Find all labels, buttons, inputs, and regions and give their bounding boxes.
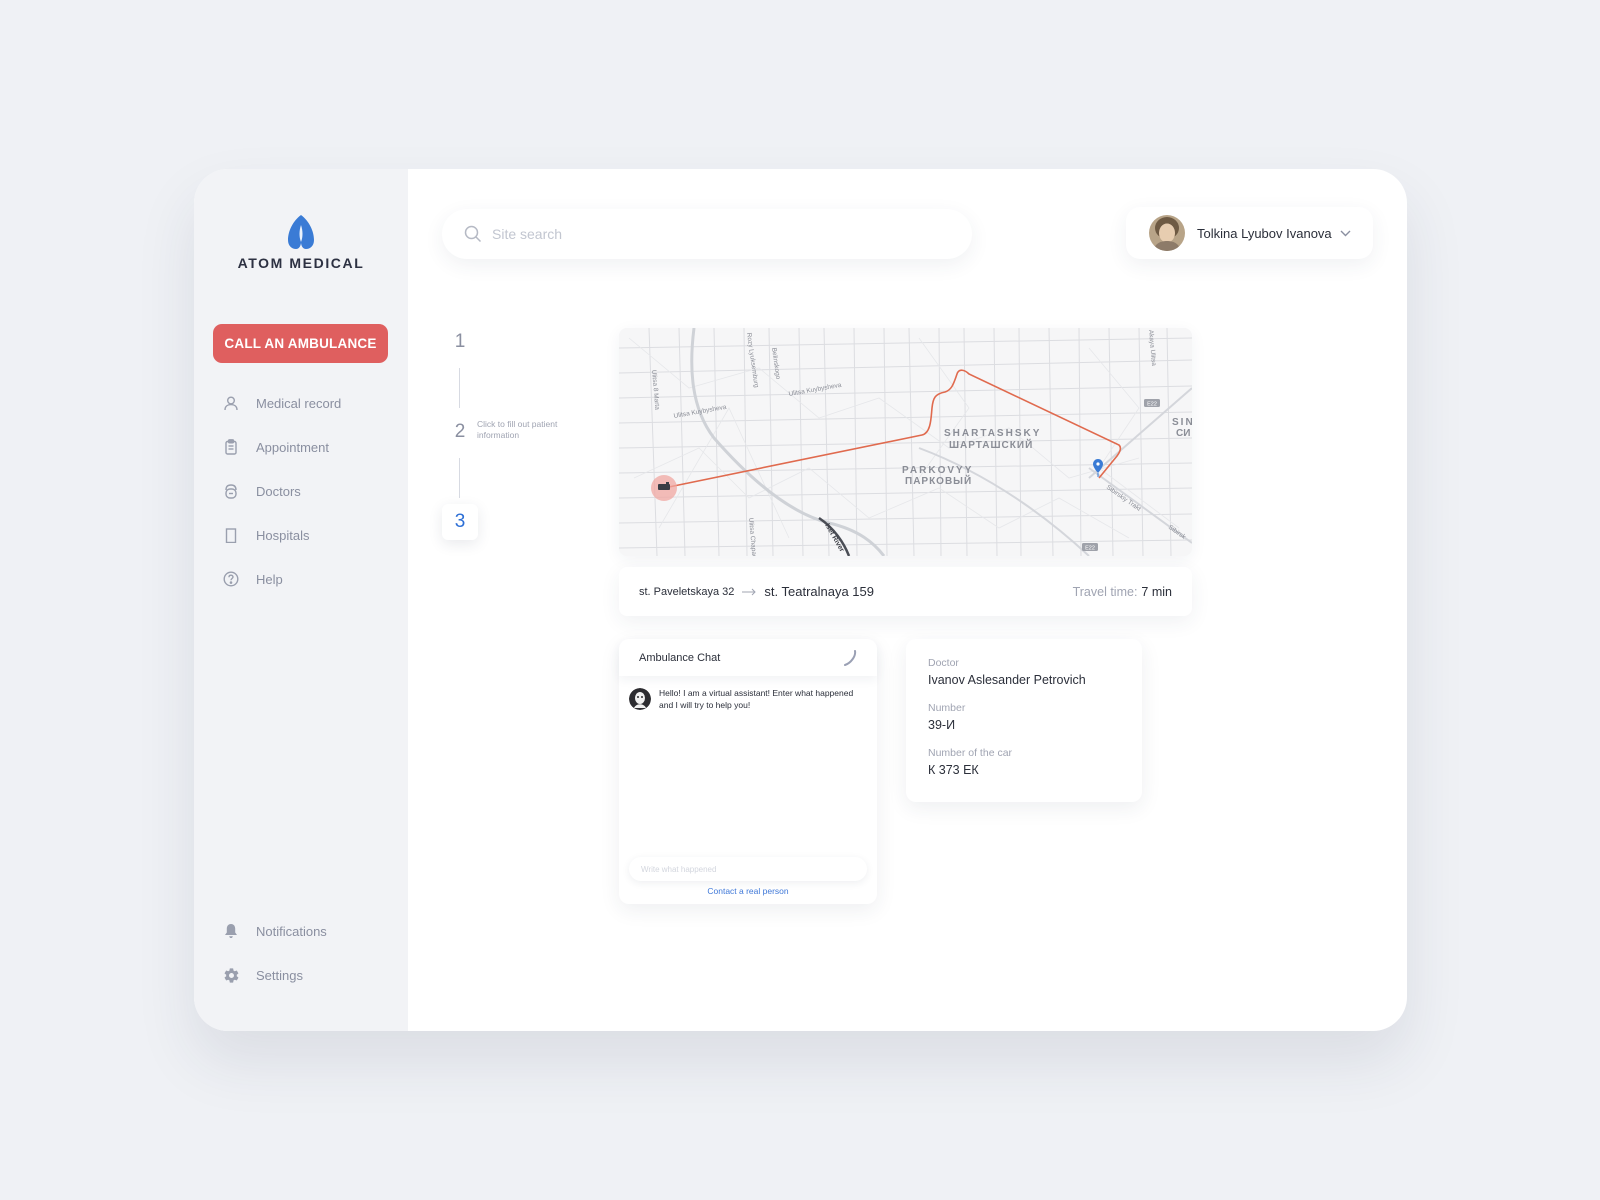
sidebar-item-notifications[interactable]: Notifications <box>194 909 408 953</box>
svg-text:E22: E22 <box>1147 402 1157 408</box>
assistant-avatar <box>629 688 651 710</box>
brand-name: ATOM MEDICAL <box>237 255 365 271</box>
search-icon <box>464 225 482 243</box>
sidebar-item-hospitals[interactable]: Hospitals <box>194 513 408 557</box>
step-2-hint: Click to fill out patient information <box>477 419 558 440</box>
sidebar-item-help[interactable]: Help <box>194 557 408 601</box>
route-map[interactable]: SHARTASHSKY ШАРТАШСКИЙ PARKOVYY ПАРКОВЫЙ… <box>619 328 1192 556</box>
sidebar-item-label: Hospitals <box>256 527 310 543</box>
sidebar-item-doctors[interactable]: Doctors <box>194 469 408 513</box>
contact-real-person-link[interactable]: Contact a real person <box>619 886 877 896</box>
site-search[interactable] <box>442 209 972 259</box>
map-label: ПАРКОВЫЙ <box>905 474 972 487</box>
sidebar-item-medical-record[interactable]: Medical record <box>194 381 408 425</box>
travel-time: Travel time: 7 min <box>1073 585 1172 599</box>
doctor-icon <box>222 482 240 500</box>
map-label: PARKOVYY <box>902 465 973 476</box>
gear-icon <box>222 966 240 984</box>
chat-message: Hello! I am a virtual assistant! Enter w… <box>619 676 877 711</box>
car-number-value: К 373 ЕК <box>928 763 979 777</box>
map-label: SIN <box>1172 417 1192 428</box>
sidebar: ATOM MEDICAL CALL AN AMBULANCE Medical r… <box>194 169 408 1031</box>
ambulance-chat: Ambulance Chat Hello! I am a virtual ass… <box>619 639 877 904</box>
step-1[interactable]: 1 <box>442 324 478 360</box>
chat-message-text: Hello! I am a virtual assistant! Enter w… <box>659 688 854 710</box>
sidebar-nav: Medical record Appointment Doctors Hospi… <box>194 381 408 601</box>
step-3[interactable]: 3 <box>442 504 478 540</box>
car-number-label: Number of the car <box>928 747 1013 759</box>
sidebar-item-label: Doctors <box>256 483 301 499</box>
route-from: st. Paveletskaya 32 <box>639 585 735 598</box>
doctor-value: Ivanov Aslesander Petrovich <box>928 673 1086 687</box>
ambulance-marker[interactable] <box>651 475 677 501</box>
user-icon <box>222 394 240 412</box>
search-input[interactable] <box>492 226 932 242</box>
sidebar-item-appointment[interactable]: Appointment <box>194 425 408 469</box>
doctor-label: Doctor <box>928 657 959 669</box>
map-canvas: SHARTASHSKY ШАРТАШСКИЙ PARKOVYY ПАРКОВЫЙ… <box>619 328 1192 556</box>
road-badge: E22 <box>1082 543 1098 552</box>
number-label: Number <box>928 702 966 714</box>
sidebar-item-label: Medical record <box>256 395 342 411</box>
map-label: СИ <box>1176 428 1190 439</box>
step-connector <box>459 368 460 408</box>
sidebar-item-label: Notifications <box>256 923 327 939</box>
sidebar-item-label: Help <box>256 571 283 587</box>
chevron-down-icon <box>1340 230 1351 236</box>
chat-input[interactable] <box>629 857 867 881</box>
hospital-building-icon <box>222 526 240 544</box>
sidebar-item-label: Settings <box>256 967 303 983</box>
help-circle-icon <box>222 570 240 588</box>
chat-title: Ambulance Chat <box>639 651 721 664</box>
avatar <box>1149 215 1185 251</box>
map-label: ШАРТАШСКИЙ <box>949 438 1033 451</box>
phone-icon[interactable] <box>843 649 857 666</box>
travel-time-value: 7 min <box>1141 584 1172 599</box>
svg-text:E22: E22 <box>1085 546 1095 552</box>
map-label: SHARTASHSKY <box>944 428 1041 439</box>
sidebar-item-settings[interactable]: Settings <box>194 953 408 997</box>
call-ambulance-button[interactable]: CALL AN AMBULANCE <box>213 324 388 363</box>
step-connector <box>459 458 460 498</box>
user-name: Tolkina Lyubov Ivanova <box>1197 225 1332 241</box>
ambulance-info-card: Doctor Ivanov Aslesander Petrovich Numbe… <box>906 639 1142 802</box>
route-summary: st. Paveletskaya 32 st. Teatralnaya 159 … <box>619 567 1192 616</box>
chat-header: Ambulance Chat <box>619 639 877 676</box>
user-menu[interactable]: Tolkina Lyubov Ivanova <box>1126 207 1373 259</box>
app-window: ATOM MEDICAL CALL AN AMBULANCE Medical r… <box>194 169 1407 1031</box>
arrow-right-icon <box>742 588 757 595</box>
bell-icon <box>222 922 240 940</box>
route-to: st. Teatralnaya 159 <box>764 584 875 599</box>
atom-logo-icon <box>288 215 314 249</box>
number-value: 39-И <box>928 718 956 732</box>
travel-time-label: Travel time: <box>1072 584 1138 599</box>
step-2[interactable]: 2 <box>442 414 478 450</box>
clipboard-icon <box>222 438 240 456</box>
road-badge: E22 <box>1144 399 1160 408</box>
logo[interactable]: ATOM MEDICAL <box>194 215 408 271</box>
sidebar-bottom-nav: Notifications Settings <box>194 909 408 997</box>
sidebar-item-label: Appointment <box>256 439 329 455</box>
